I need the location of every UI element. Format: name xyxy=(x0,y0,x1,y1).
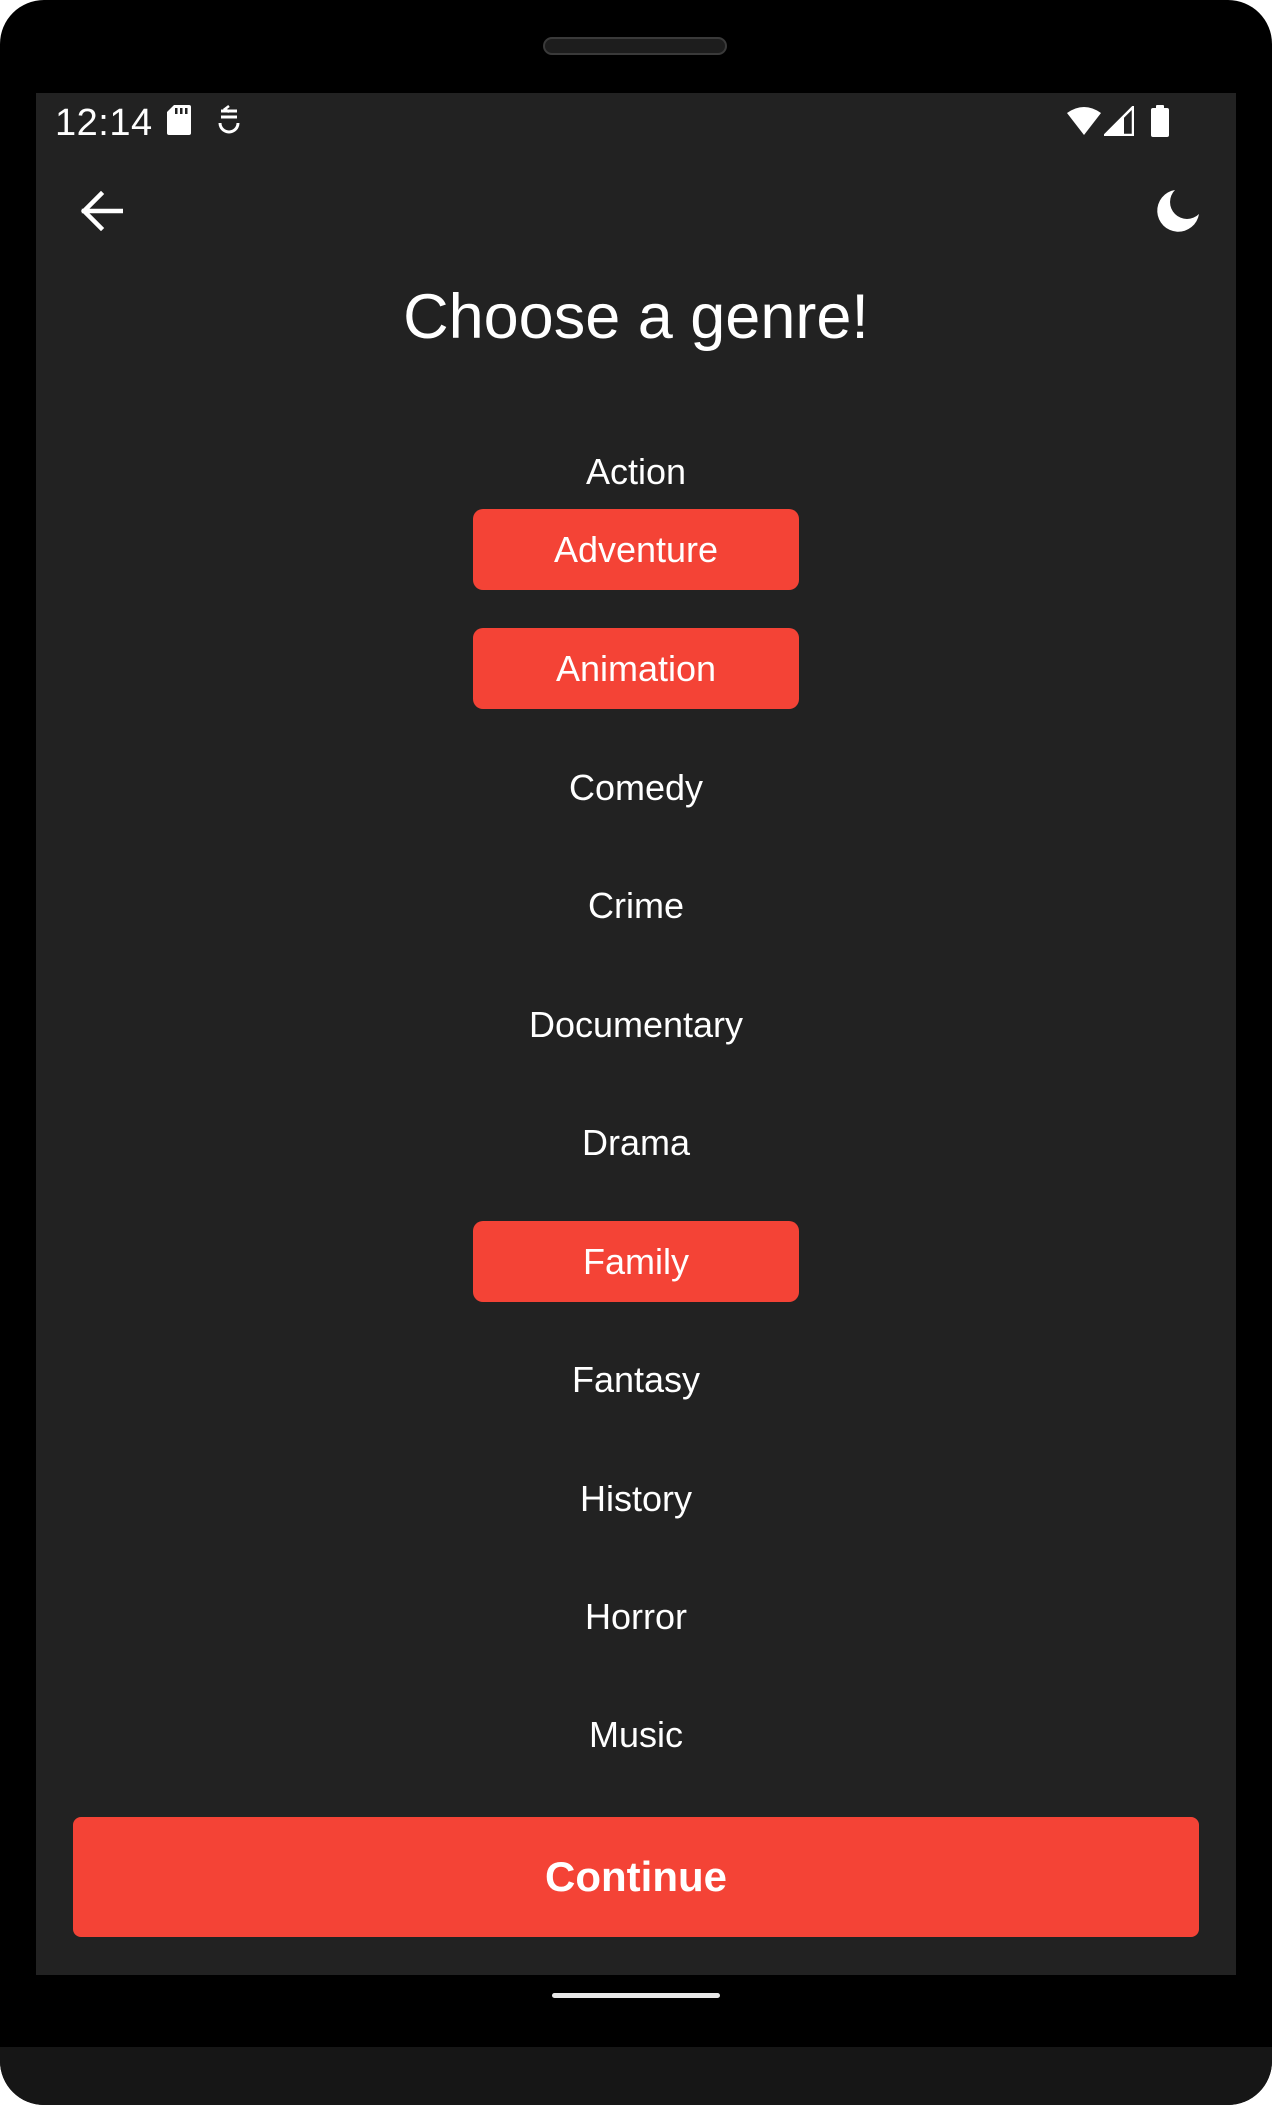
device-speaker xyxy=(543,37,727,55)
genre-drama[interactable]: Drama xyxy=(473,1102,799,1183)
moon-icon xyxy=(1155,188,1201,239)
wifi-icon xyxy=(1066,106,1102,141)
status-time: 12:14 xyxy=(55,102,153,144)
sync-icon xyxy=(216,104,242,141)
genre-animation[interactable]: Animation xyxy=(473,628,799,709)
genre-crime[interactable]: Crime xyxy=(473,865,799,946)
status-bar: 12:14 xyxy=(36,93,1236,151)
page-title: Choose a genre! xyxy=(403,282,869,352)
genre-music[interactable]: Music xyxy=(473,1694,799,1775)
device-frame: 12:14 Choose a genre! Action Adventure A… xyxy=(0,0,1272,2105)
continue-button[interactable]: Continue xyxy=(73,1817,1199,1937)
genre-action[interactable]: Action xyxy=(473,431,799,512)
sd-card-icon xyxy=(166,104,192,141)
theme-toggle-button[interactable] xyxy=(1146,181,1210,245)
device-bottom-bezel xyxy=(0,2047,1272,2105)
home-indicator[interactable] xyxy=(552,1993,720,1998)
arrow-back-icon xyxy=(79,190,124,236)
genre-comedy[interactable]: Comedy xyxy=(473,747,799,828)
genre-family[interactable]: Family xyxy=(473,1221,799,1302)
genre-adventure[interactable]: Adventure xyxy=(473,509,799,590)
battery-icon xyxy=(1150,105,1170,142)
back-button[interactable] xyxy=(69,181,133,245)
genre-horror[interactable]: Horror xyxy=(473,1576,799,1657)
app-screen: 12:14 Choose a genre! Action Adventure A… xyxy=(36,93,1236,1975)
genre-fantasy[interactable]: Fantasy xyxy=(473,1339,799,1420)
genre-documentary[interactable]: Documentary xyxy=(473,984,799,1065)
genre-history[interactable]: History xyxy=(473,1458,799,1539)
signal-icon xyxy=(1101,103,1135,141)
